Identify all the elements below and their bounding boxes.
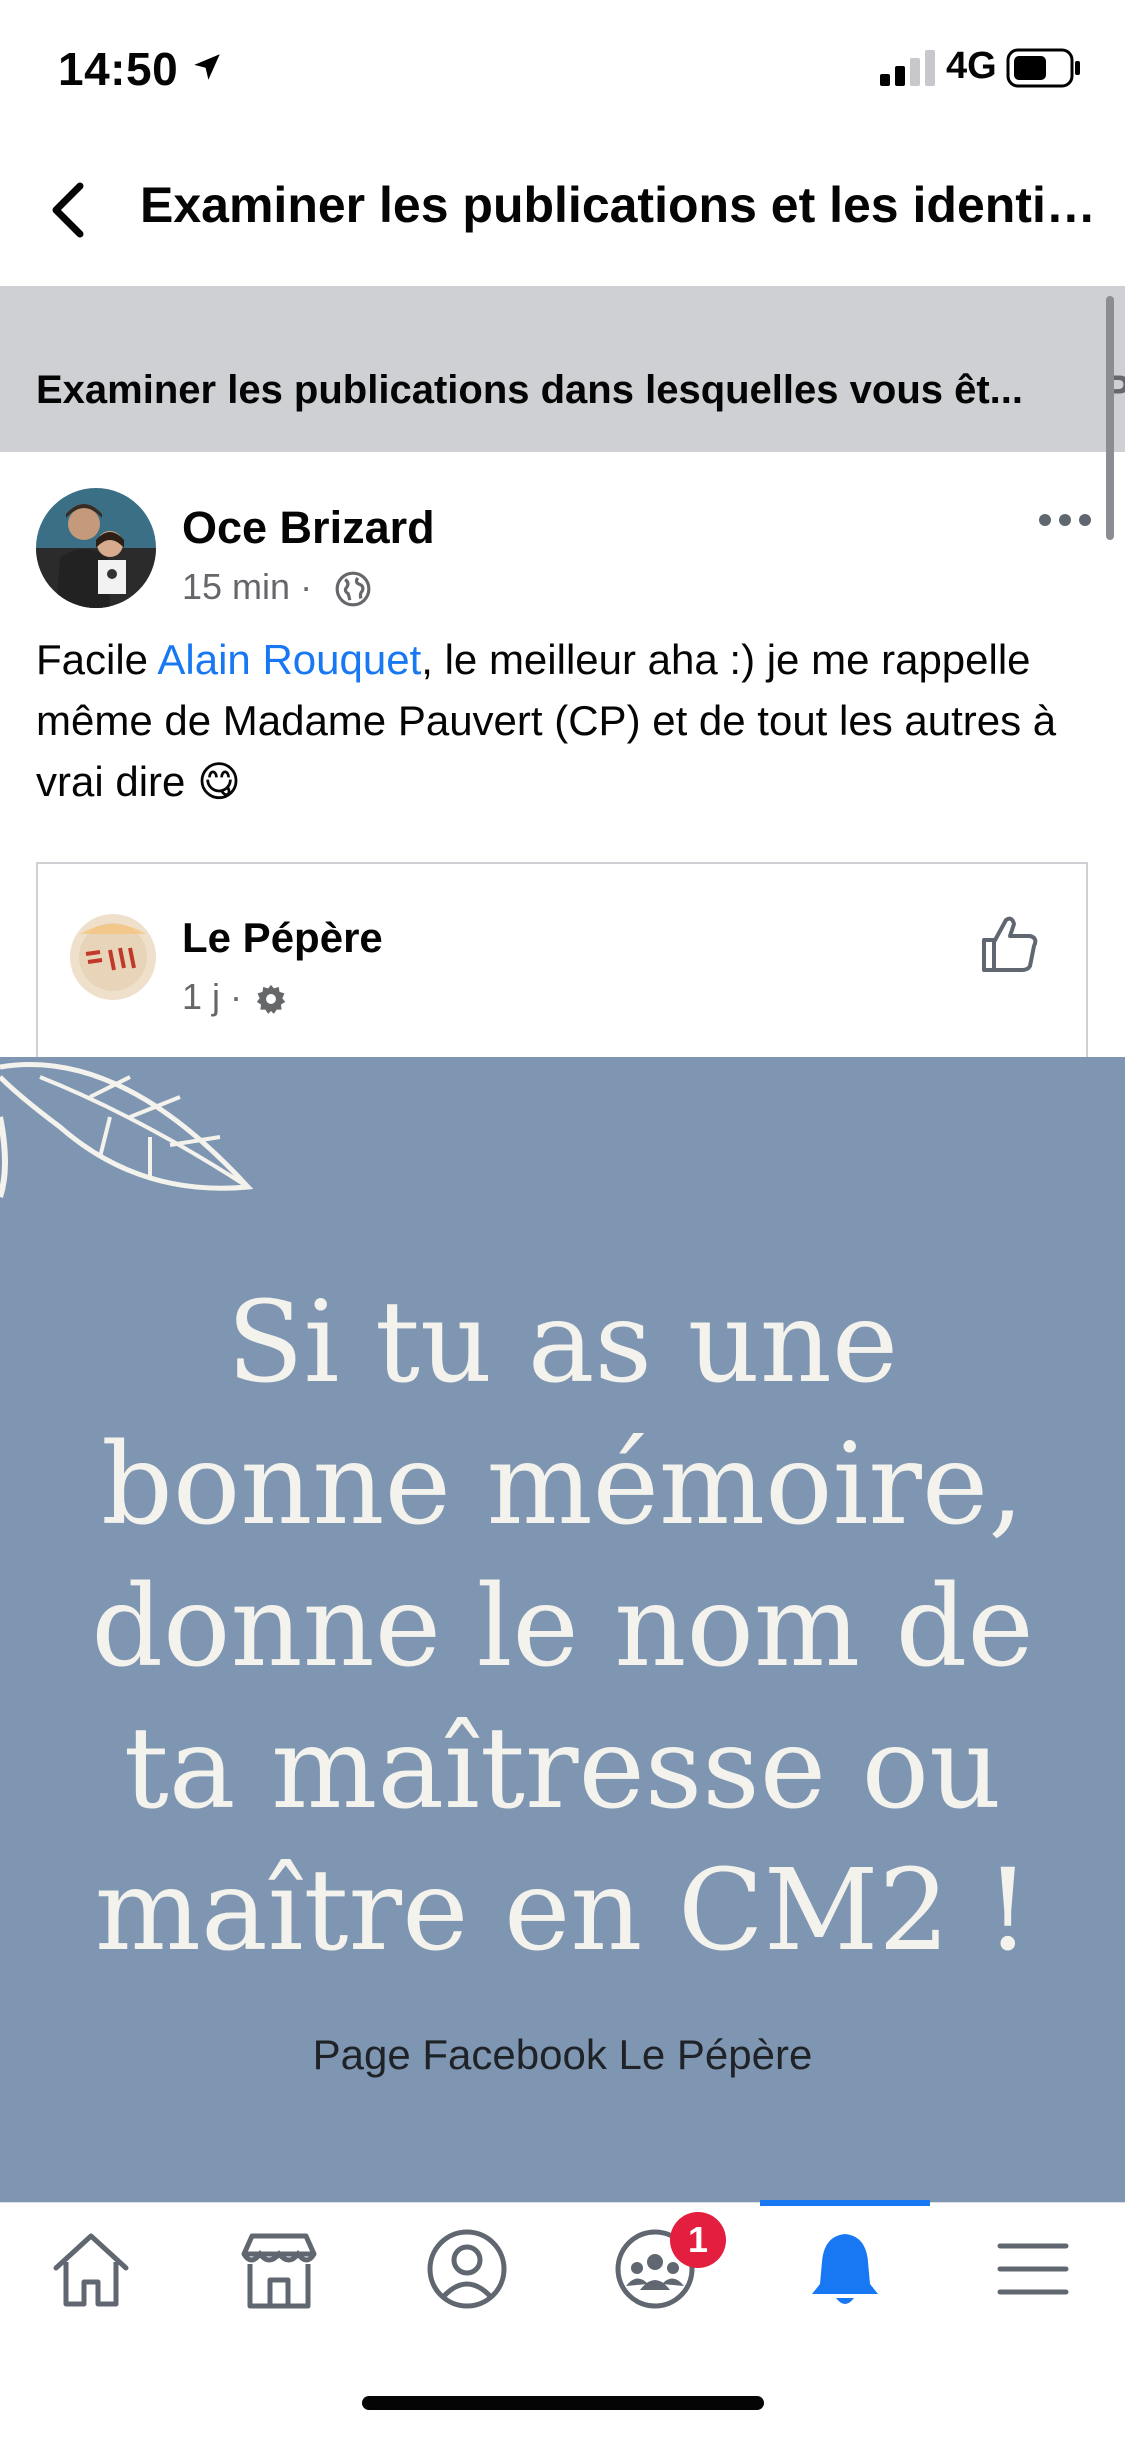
- globe-icon: [335, 571, 371, 607]
- profile-icon[interactable]: [422, 2224, 512, 2314]
- shared-post-timestamp[interactable]: 1 j ·: [182, 976, 242, 1018]
- post-text-before: Facile: [36, 636, 158, 683]
- image-caption: Page Facebook Le Pépère: [312, 2031, 813, 2078]
- post-text: Facile Alain Rouquet, le meilleur aha :)…: [36, 630, 1096, 813]
- mention-link[interactable]: Alain Rouquet: [157, 636, 421, 683]
- notifications-icon[interactable]: [800, 2224, 890, 2314]
- post-timestamp[interactable]: 15 min ·: [182, 566, 312, 608]
- yum-emoji-icon: 😋: [197, 757, 241, 805]
- image-text-line-3: donne le nom de: [91, 1562, 1034, 1692]
- page-title: Examiner les publications et les identif…: [140, 177, 1100, 233]
- battery-icon: [1006, 48, 1080, 88]
- shared-page-name[interactable]: Le Pépère: [182, 914, 383, 962]
- groups-notification-badge: 1: [670, 2212, 726, 2268]
- shared-time-value: 1 j: [182, 976, 221, 1017]
- post-time-separator: ·: [300, 566, 313, 607]
- shared-post-image[interactable]: Si tu as une bonne mémoire, donne le nom…: [0, 1057, 1125, 2205]
- image-text-line-2: bonne mémoire,: [101, 1420, 1024, 1550]
- cellular-signal-icon: [880, 50, 935, 86]
- image-text-line-5: maître en CM2 !: [94, 1846, 1031, 1976]
- network-type: 4G: [946, 45, 997, 87]
- active-tab-indicator: [760, 2200, 930, 2206]
- gear-icon: [256, 984, 286, 1014]
- marketplace-icon[interactable]: [234, 2224, 324, 2314]
- image-text-line-4: ta maîtresse ou: [123, 1704, 1002, 1834]
- back-arrow-icon[interactable]: [40, 170, 100, 250]
- menu-icon[interactable]: [988, 2224, 1078, 2314]
- home-indicator[interactable]: [362, 2396, 764, 2410]
- leaf-decoration-icon: [0, 1062, 254, 1198]
- shared-time-separator: ·: [230, 976, 243, 1017]
- author-avatar[interactable]: [36, 488, 156, 608]
- post-author-name[interactable]: Oce Brizard: [182, 502, 435, 554]
- home-icon[interactable]: [46, 2224, 136, 2314]
- page-avatar[interactable]: [70, 914, 156, 1000]
- like-page-icon[interactable]: [976, 910, 1044, 978]
- filter-tab-tagged-posts[interactable]: Examiner les publications dans lesquelle…: [36, 368, 1066, 413]
- scrollbar[interactable]: [1106, 296, 1114, 540]
- location-arrow-icon: [194, 54, 220, 80]
- more-options-icon[interactable]: [1036, 500, 1094, 540]
- status-time: 14:50: [58, 43, 179, 95]
- shared-post-card[interactable]: [36, 862, 1088, 1062]
- post-time-value: 15 min: [182, 566, 291, 607]
- image-text-line-1: Si tu as une: [226, 1278, 899, 1408]
